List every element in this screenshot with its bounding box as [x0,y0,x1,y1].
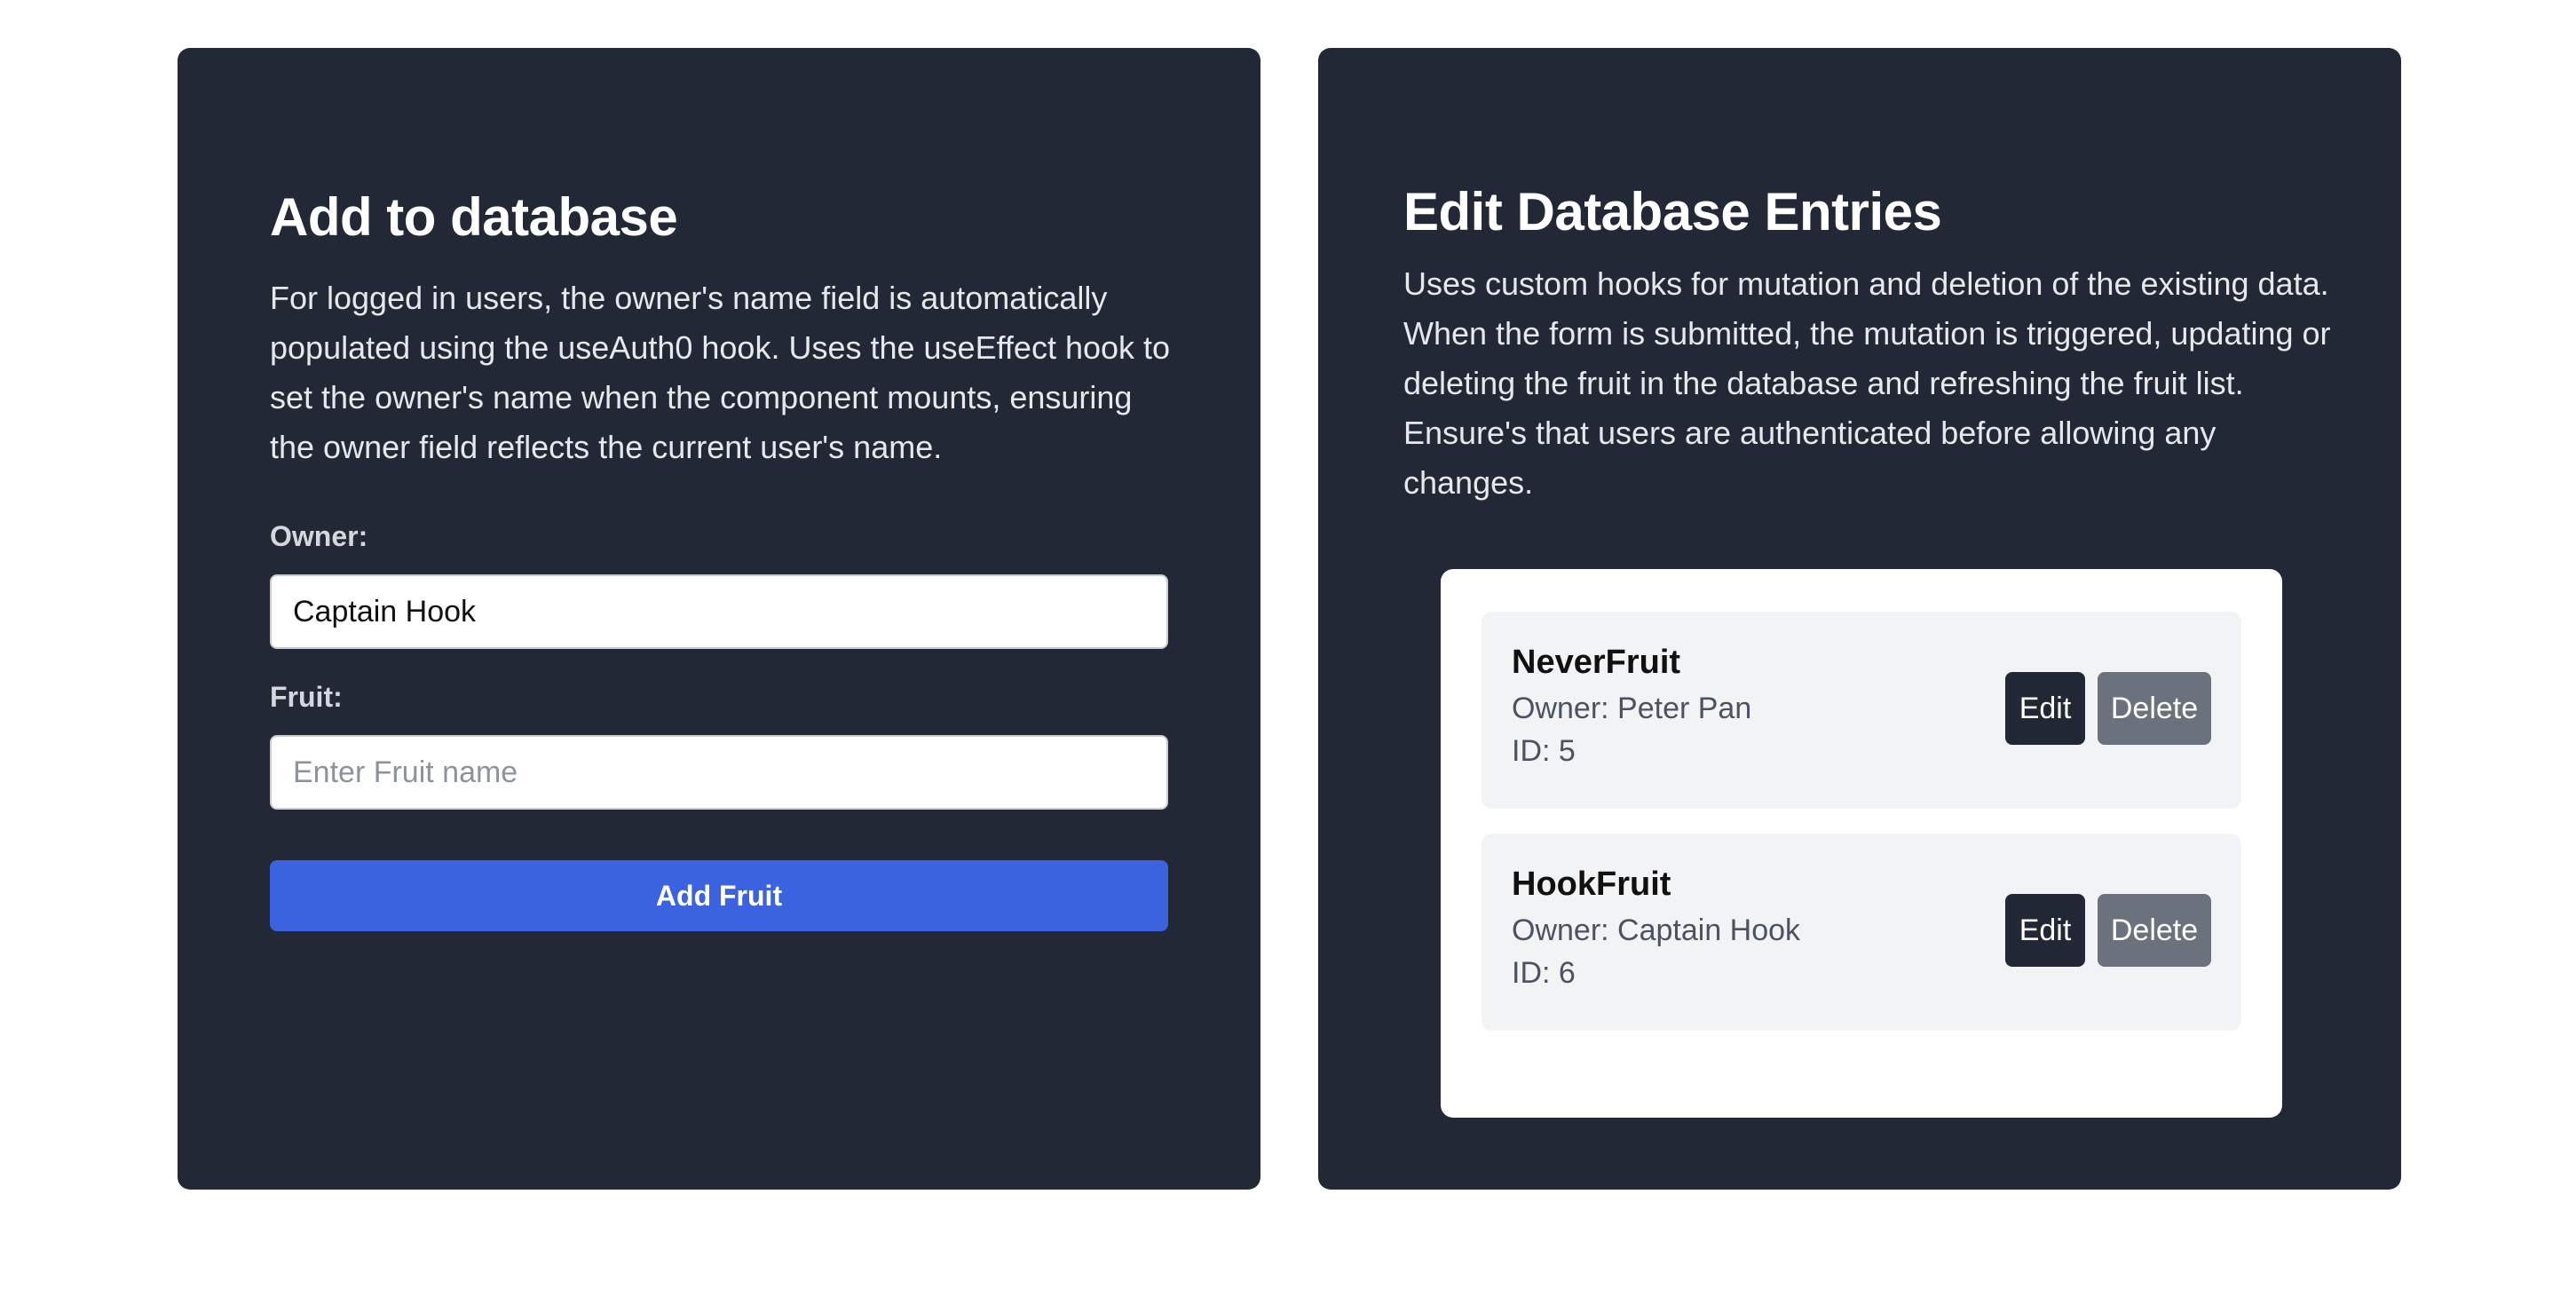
fruit-name: HookFruit [1512,866,1671,903]
add-to-database-panel: Add to database For logged in users, the… [178,48,1260,1190]
delete-button[interactable]: Delete [2098,672,2211,745]
fruit-owner: Owner: Peter Pan [1512,692,1752,725]
fruit-id: ID: 6 [1512,956,1576,990]
edit-panel-title: Edit Database Entries [1403,182,1942,241]
fruit-list-item: NeverFruit Owner: Peter Pan ID: 5 Edit D… [1482,612,2241,809]
fruit-label: Fruit: [270,681,343,713]
edit-panel-description: Uses custom hooks for mutation and delet… [1403,265,2331,501]
add-panel-title: Add to database [270,187,678,247]
fruit-name: NeverFruit [1512,644,1681,681]
fruit-list: NeverFruit Owner: Peter Pan ID: 5 Edit D… [1441,569,2282,1118]
add-panel-description: For logged in users, the owner's name fi… [270,280,1171,465]
delete-button[interactable]: Delete [2098,894,2211,967]
edit-button[interactable]: Edit [2005,672,2085,745]
owner-label: Owner: [270,520,368,552]
fruit-owner: Owner: Captain Hook [1512,913,1801,947]
add-fruit-button[interactable]: Add Fruit [270,860,1168,931]
owner-input[interactable] [270,574,1168,649]
fruit-name-input[interactable] [270,735,1168,810]
edit-button[interactable]: Edit [2005,894,2085,967]
edit-database-entries-panel: Edit Database Entries Uses custom hooks … [1318,48,2401,1190]
fruit-list-item: HookFruit Owner: Captain Hook ID: 6 Edit… [1482,834,2241,1031]
fruit-id: ID: 5 [1512,734,1576,768]
